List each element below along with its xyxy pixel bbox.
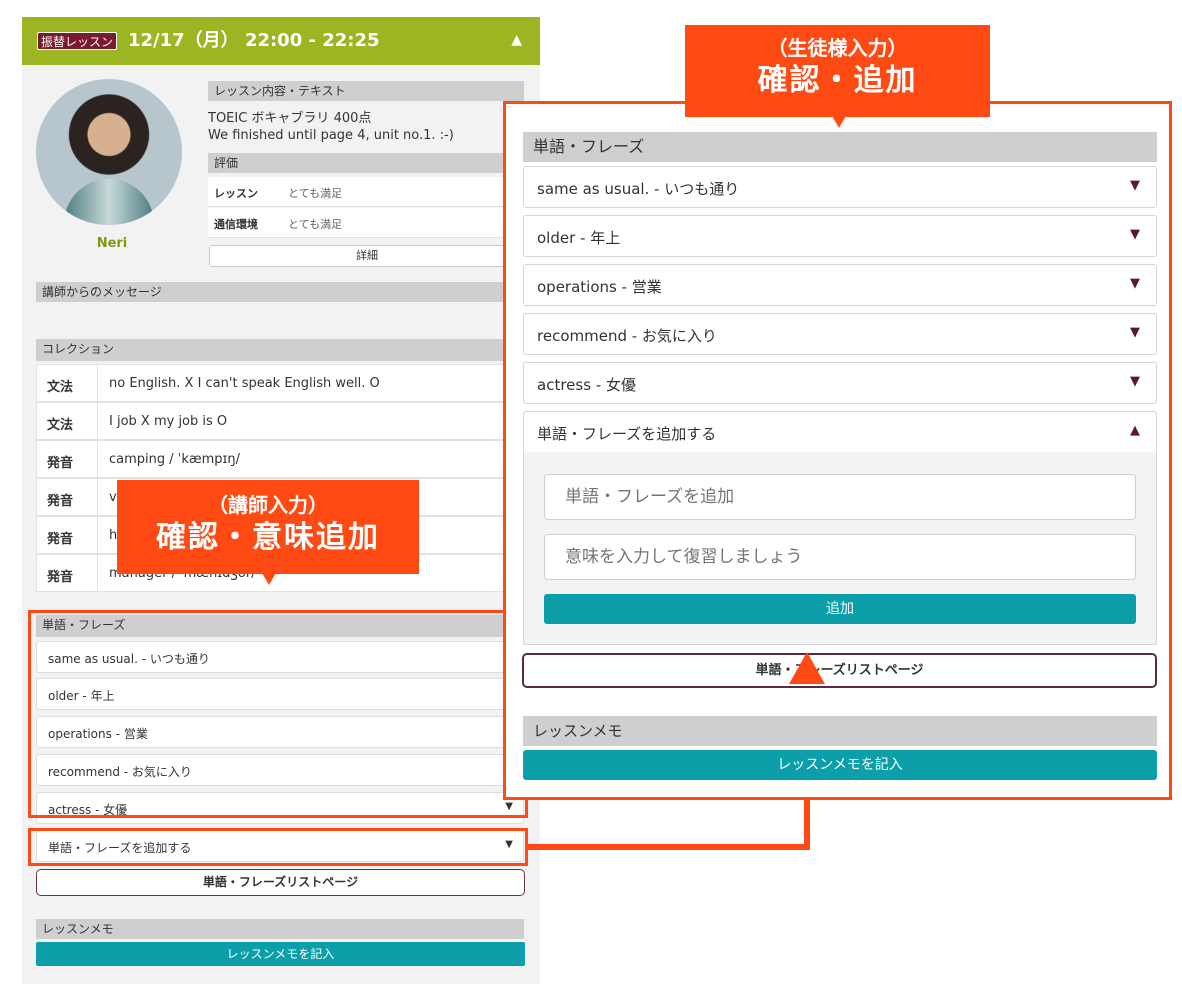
evaluation-key: 通信環境	[214, 218, 258, 231]
vocab-list-page-button[interactable]: 単語・フレーズリストページ	[36, 869, 525, 896]
collection-category: 発音	[47, 570, 74, 585]
callout-tail-icon	[262, 573, 276, 585]
collection-category: 発音	[47, 456, 74, 471]
zoom-vocab-item[interactable]: same as usual. - いつも通り ▼	[523, 166, 1157, 208]
zoom-vocab-header: 単語・フレーズ	[523, 132, 1157, 162]
zoom-vocab-item-label: operations - 営業	[537, 278, 662, 296]
chevron-down-icon[interactable]: ▼	[1130, 325, 1140, 340]
collection-text: h	[109, 528, 118, 543]
chevron-up-icon[interactable]: ▲	[1130, 423, 1140, 438]
collection-row: 発音 camping / ˈkæmpɪŋ/	[36, 440, 524, 478]
lesson-datetime: 12/17（月） 22:00 - 22:25	[128, 30, 380, 51]
collection-category: 文法	[47, 380, 74, 395]
callout-tail-icon	[832, 116, 846, 128]
lesson-textbook: TOEIC ボキャブラリ 400点	[208, 111, 372, 126]
zoom-vocab-item[interactable]: recommend - お気に入り ▼	[523, 313, 1157, 355]
collection-row: 文法 I job X my job is O	[36, 402, 524, 440]
collection-text: I job X my job is O	[109, 414, 228, 429]
teacher-name[interactable]: Neri	[82, 236, 142, 251]
meaning-input[interactable]	[544, 534, 1136, 580]
chevron-down-icon[interactable]: ▼	[1130, 227, 1140, 242]
zoom-add-vocab-toggle[interactable]: 単語・フレーズを追加する ▲	[523, 411, 1157, 453]
evaluation-value: とても満足	[288, 218, 343, 231]
zoom-vocab-item[interactable]: actress - 女優 ▼	[523, 362, 1157, 404]
vocab-list-highlight	[28, 610, 528, 818]
evaluation-key: レッスン	[214, 187, 258, 200]
word-input[interactable]	[544, 474, 1136, 520]
add-button[interactable]: 追加	[544, 594, 1136, 624]
add-vocab-highlight	[28, 828, 528, 866]
chevron-down-icon[interactable]: ▼	[1130, 374, 1140, 389]
callout-subtitle: （生徒様入力）	[767, 36, 908, 60]
detail-button[interactable]: 詳細	[209, 245, 525, 267]
evaluation-header: 評価	[208, 153, 524, 173]
student-input-callout: （生徒様入力） 確認・追加	[685, 25, 990, 117]
collection-text: camping / ˈkæmpɪŋ/	[109, 452, 241, 467]
zoom-write-memo-button[interactable]: レッスンメモを記入	[523, 750, 1157, 780]
lesson-memo-header: レッスンメモ	[36, 919, 524, 939]
collection-text: no English. X I can't speak English well…	[109, 376, 380, 391]
avatar-shoulders	[64, 179, 154, 225]
zoom-vocab-item[interactable]: older - 年上 ▼	[523, 215, 1157, 257]
lesson-progress-note: We finished until page 4, unit no.1. :-)	[208, 128, 454, 143]
zoom-vocab-item-label: recommend - お気に入り	[537, 327, 717, 345]
zoom-vocab-list-page-button[interactable]: 単語・フレーズリストページ	[522, 653, 1157, 688]
zoom-vocab-item[interactable]: operations - 営業 ▼	[523, 264, 1157, 306]
chevron-down-icon[interactable]: ▼	[1130, 276, 1140, 291]
zoom-vocab-item-label: older - 年上	[537, 229, 621, 247]
evaluation-row: レッスン とても満足	[208, 177, 524, 207]
teacher-input-callout: （講師入力） 確認・意味追加	[117, 480, 419, 574]
zoom-vocab-item-label: same as usual. - いつも通り	[537, 180, 740, 198]
zoom-add-vocab-label: 単語・フレーズを追加する	[537, 425, 717, 443]
lesson-content-header: レッスン内容・テキスト	[208, 81, 524, 101]
lesson-header[interactable]: 振替レッスン 12/17（月） 22:00 - 22:25 ▲	[22, 17, 540, 65]
zoom-vocab-item-label: actress - 女優	[537, 376, 636, 394]
reschedule-badge: 振替レッスン	[37, 32, 118, 50]
zoom-lesson-memo-header: レッスンメモ	[523, 716, 1157, 746]
callout-title: 確認・意味追加	[156, 520, 380, 555]
connector-arrow-icon	[789, 652, 825, 684]
collection-category: 発音	[47, 532, 74, 547]
callout-title: 確認・追加	[757, 63, 918, 98]
write-memo-button[interactable]: レッスンメモを記入	[36, 942, 525, 966]
collection-row: 文法 no English. X I can't speak English w…	[36, 364, 524, 402]
chevron-down-icon[interactable]: ▼	[1130, 178, 1140, 193]
teacher-message-header: 講師からのメッセージ	[36, 282, 524, 302]
collection-text: v	[109, 490, 117, 505]
evaluation-value: とても満足	[288, 187, 343, 200]
callout-subtitle: （講師入力）	[208, 493, 328, 517]
collection-header: コレクション	[36, 339, 524, 361]
collection-category: 文法	[47, 418, 74, 433]
collection-category: 発音	[47, 494, 74, 509]
collapse-toggle-icon[interactable]: ▲	[511, 30, 522, 50]
evaluation-row: 通信環境 とても満足	[208, 208, 524, 238]
connector-horizontal	[528, 844, 810, 850]
teacher-avatar	[36, 79, 182, 225]
